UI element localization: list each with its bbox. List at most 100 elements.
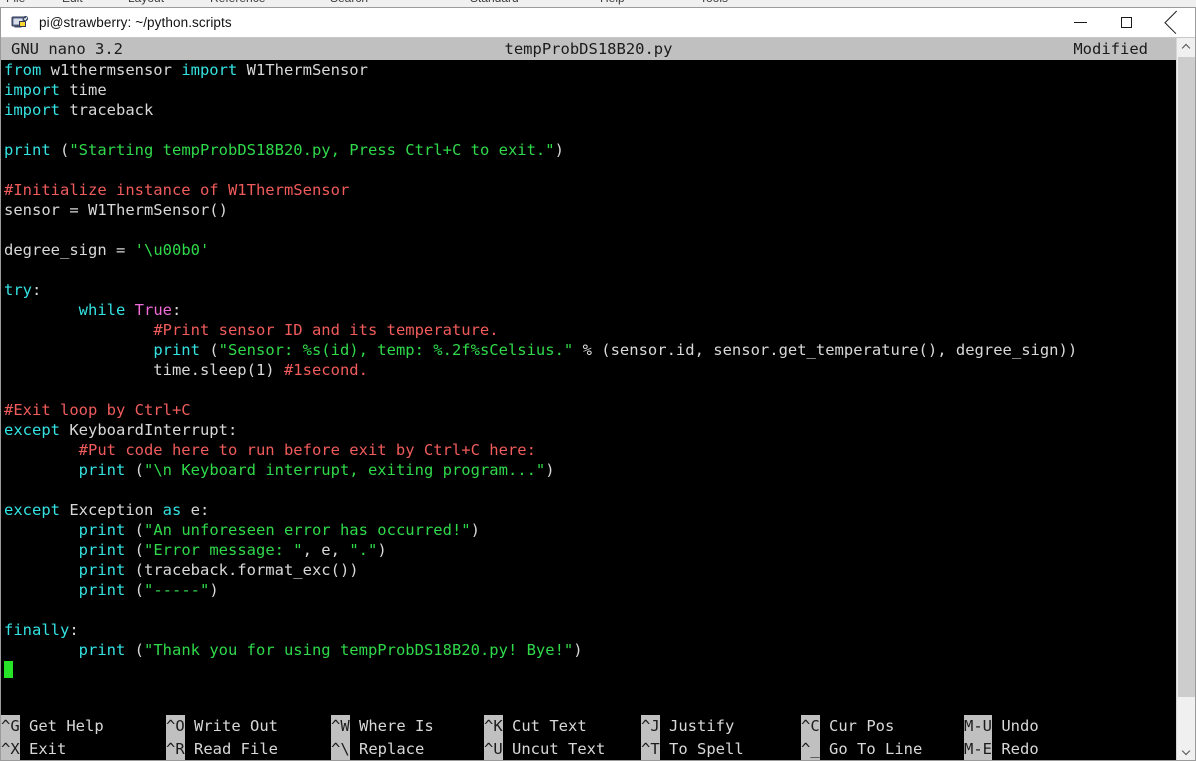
shortcut-cut-text[interactable]: ^K Cut Text bbox=[484, 715, 587, 738]
shortcut-justify[interactable]: ^J Justify bbox=[641, 715, 734, 738]
code-token-id: sensor = W1ThermSensor() bbox=[4, 201, 228, 219]
code-token-id: ( bbox=[125, 521, 144, 539]
shortcut-label: Exit bbox=[29, 740, 67, 758]
code-token-kw: finally bbox=[4, 621, 70, 639]
code-token-kw: print bbox=[78, 461, 126, 479]
shortcut-label: Where Is bbox=[359, 717, 434, 735]
shortcut-key: ^\ bbox=[331, 738, 350, 760]
shortcut-read-file[interactable]: ^R Read File bbox=[166, 738, 279, 760]
shortcut-undo[interactable]: M-U Undo bbox=[964, 715, 1039, 738]
code-token-str: "Thank you for using tempProbDS18B20.py!… bbox=[144, 641, 574, 659]
code-line: print ("Thank you for using tempProbDS18… bbox=[4, 640, 1176, 660]
shortcut-get-help[interactable]: ^G Get Help bbox=[1, 715, 104, 738]
shortcut-replace[interactable]: ^\ Replace bbox=[331, 738, 424, 760]
code-line: finally: bbox=[4, 620, 1176, 640]
code-editor-area[interactable]: from w1thermsensor import W1ThermSensor i… bbox=[1, 60, 1176, 715]
code-token-id: : bbox=[172, 301, 182, 319]
code-token-str: "Sensor: %s(id), temp: %.2f%sCelsius." bbox=[218, 341, 574, 359]
code-line: print (traceback.format_exc()) bbox=[4, 560, 1176, 580]
shortcut-label: Read File bbox=[194, 740, 279, 758]
code-line: degree_sign = '\u00b0' bbox=[4, 240, 1176, 260]
code-token-kw: try bbox=[4, 281, 32, 299]
code-token-id: ) bbox=[554, 141, 564, 159]
shortcut-gap bbox=[992, 740, 1001, 758]
code-line: from w1thermsensor import W1ThermSensor bbox=[4, 60, 1176, 80]
code-token-str: "Error message: " bbox=[144, 541, 303, 559]
code-line: print ("An unforeseen error has occurred… bbox=[4, 520, 1176, 540]
shortcut-write-out[interactable]: ^O Write Out bbox=[166, 715, 278, 738]
shortcut-key: ^K bbox=[484, 715, 503, 738]
code-token-str: "\n Keyboard interrupt, exiting program.… bbox=[144, 461, 546, 479]
chevron-up-icon bbox=[1182, 43, 1190, 51]
code-token-id bbox=[4, 561, 79, 579]
shortcut-key: M-U bbox=[964, 715, 992, 738]
shortcut-to-spell[interactable]: ^T To Spell bbox=[641, 738, 744, 760]
code-line: print ("Starting tempProbDS18B20.py, Pre… bbox=[4, 140, 1176, 160]
shortcut-uncut-text[interactable]: ^U Uncut Text bbox=[484, 738, 605, 760]
code-token-id: ( bbox=[199, 341, 219, 359]
code-token-com: #Exit loop by Ctrl+C bbox=[4, 401, 191, 419]
shortcut-gap bbox=[503, 717, 512, 735]
code-token-kw: as bbox=[162, 501, 182, 519]
shortcut-label: Justify bbox=[669, 717, 735, 735]
maximize-button[interactable] bbox=[1103, 8, 1149, 37]
terminal-screen[interactable]: tempProbDS18B20.py GNU nano 3.2 Modified… bbox=[1, 38, 1176, 760]
minimize-icon bbox=[1073, 22, 1087, 23]
scroll-up-button[interactable] bbox=[1177, 38, 1195, 56]
bg-menu-item-edit: Edit bbox=[62, 0, 83, 5]
code-token-str: "." bbox=[349, 541, 378, 559]
vertical-scrollbar[interactable] bbox=[1176, 38, 1195, 760]
close-icon bbox=[1165, 16, 1179, 30]
shortcut-label: Get Help bbox=[29, 717, 104, 735]
code-line: except Exception as e: bbox=[4, 500, 1176, 520]
code-token-kw: while bbox=[78, 301, 126, 319]
code-token-id: , e, bbox=[302, 541, 350, 559]
shortcut-key: ^W bbox=[331, 715, 350, 738]
shortcut-exit[interactable]: ^X Exit bbox=[1, 738, 67, 760]
shortcut-label: Redo bbox=[1001, 740, 1039, 758]
shortcut-cur-pos[interactable]: ^C Cur Pos bbox=[801, 715, 894, 738]
bg-menu-item-standard: Standard bbox=[470, 0, 519, 5]
shortcut-key: ^_ bbox=[801, 738, 820, 760]
shortcut-key: M-E bbox=[964, 738, 992, 760]
code-token-id: time.sleep(1) bbox=[4, 361, 284, 379]
code-token-com: #Print sensor ID and its temperature. bbox=[153, 321, 499, 339]
shortcut-gap bbox=[660, 740, 669, 758]
shortcut-gap bbox=[820, 740, 829, 758]
shortcut-where-is[interactable]: ^W Where Is bbox=[331, 715, 434, 738]
bg-menu-item-file: File bbox=[6, 0, 25, 5]
shortcut-go-to-line[interactable]: ^_ Go To Line bbox=[801, 738, 922, 760]
shortcut-gap bbox=[992, 717, 1001, 735]
code-token-id bbox=[4, 641, 79, 659]
code-token-kw: import bbox=[181, 61, 238, 79]
window-title: pi@strawberry: ~/python.scripts bbox=[39, 15, 232, 30]
shortcut-label: Cut Text bbox=[512, 717, 587, 735]
minimize-button[interactable] bbox=[1057, 8, 1103, 37]
code-line-cursor bbox=[4, 660, 1176, 680]
shortcut-gap bbox=[185, 717, 194, 735]
bg-menu-item-tools: Tools bbox=[700, 0, 728, 5]
window-titlebar[interactable]: pi@strawberry: ~/python.scripts bbox=[1, 8, 1195, 38]
shortcut-gap bbox=[350, 717, 359, 735]
code-token-id bbox=[4, 581, 79, 599]
code-token-id: ) bbox=[470, 521, 480, 539]
shortcut-gap bbox=[20, 717, 29, 735]
code-token-com: #Put code here to run before exit by Ctr… bbox=[78, 441, 536, 459]
nano-version-label: GNU nano 3.2 bbox=[11, 40, 123, 58]
code-token-id: (traceback.format_exc()) bbox=[125, 561, 359, 579]
close-button[interactable] bbox=[1149, 8, 1195, 37]
shortcut-key: ^X bbox=[1, 738, 20, 760]
shortcut-gap bbox=[350, 740, 359, 758]
scroll-down-button[interactable] bbox=[1177, 743, 1195, 760]
putty-window: pi@strawberry: ~/python.scripts tempProb… bbox=[0, 7, 1196, 761]
shortcut-redo[interactable]: M-E Redo bbox=[964, 738, 1039, 760]
code-line: #Print sensor ID and its temperature. bbox=[4, 320, 1176, 340]
code-line: while True: bbox=[4, 300, 1176, 320]
code-line: print ("\n Keyboard interrupt, exiting p… bbox=[4, 460, 1176, 480]
code-token-kw: print bbox=[78, 521, 126, 539]
scrollbar-thumb[interactable] bbox=[1178, 57, 1195, 697]
code-line: import time bbox=[4, 80, 1176, 100]
code-token-id: ) bbox=[377, 541, 387, 559]
code-token-kw: print bbox=[153, 341, 200, 359]
